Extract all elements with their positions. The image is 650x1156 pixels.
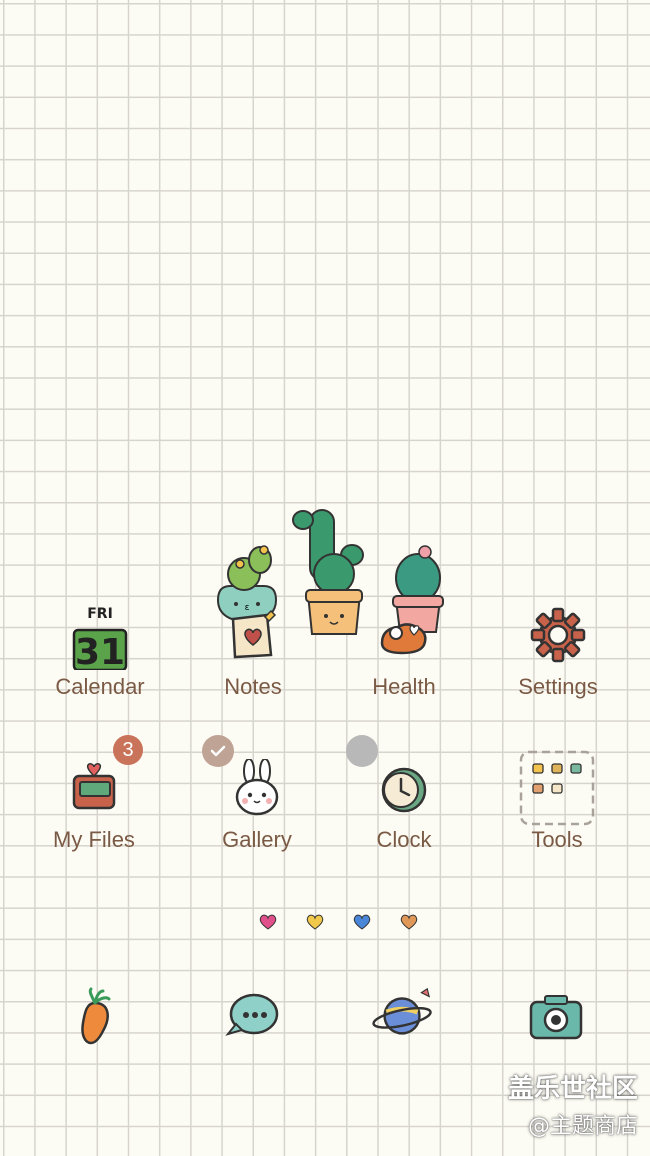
checkmark-icon bbox=[202, 735, 234, 767]
app-settings[interactable]: Settings bbox=[478, 602, 638, 700]
app-label-notes: Notes bbox=[224, 674, 282, 699]
carrot-phone-icon bbox=[81, 987, 111, 1045]
watermark-community: 盖乐世社区 bbox=[507, 1074, 638, 1104]
notes-icon bbox=[173, 602, 333, 668]
heart-pink-indicator[interactable] bbox=[259, 914, 277, 930]
page-indicator[interactable] bbox=[0, 912, 650, 932]
app-notes[interactable]: Notes bbox=[173, 602, 333, 700]
app-label-my-files: My Files bbox=[53, 827, 135, 852]
app-calendar[interactable]: FRI 31 Calendar bbox=[20, 602, 180, 700]
app-my-files[interactable]: My Files 3 bbox=[14, 735, 174, 853]
dock-camera[interactable] bbox=[524, 985, 588, 1049]
app-label-tools: Tools bbox=[531, 827, 583, 852]
chat-bubble-icon bbox=[225, 993, 279, 1036]
calendar-date: 31 bbox=[75, 632, 125, 670]
planet-browser-icon bbox=[372, 987, 432, 1035]
health-icon bbox=[324, 602, 484, 668]
app-health[interactable]: Health bbox=[324, 602, 484, 700]
watermark-store: @主题商店 bbox=[527, 1114, 638, 1139]
app-label-gallery: Gallery bbox=[222, 827, 292, 852]
gear-icon bbox=[478, 602, 638, 668]
app-label-calendar: Calendar bbox=[55, 674, 145, 699]
folder-icon bbox=[14, 755, 174, 821]
heart-orange-indicator[interactable] bbox=[400, 914, 418, 930]
app-label-settings: Settings bbox=[518, 674, 598, 699]
clock-icon bbox=[324, 755, 484, 821]
bunny-gallery-icon bbox=[177, 755, 337, 821]
app-clock[interactable]: Clock bbox=[324, 735, 484, 853]
tools-folder-icon bbox=[477, 750, 637, 826]
app-label-health: Health bbox=[372, 674, 436, 699]
app-gallery[interactable]: Gallery bbox=[177, 735, 337, 853]
heart-blue-indicator[interactable] bbox=[353, 914, 371, 930]
app-label-clock: Clock bbox=[376, 827, 432, 852]
app-tools[interactable]: Tools bbox=[477, 750, 637, 853]
grey-dot bbox=[346, 735, 378, 767]
camera-icon bbox=[529, 995, 583, 1040]
heart-yellow-indicator[interactable] bbox=[306, 914, 324, 930]
dock-messages[interactable] bbox=[220, 982, 284, 1046]
calendar-day: FRI bbox=[87, 606, 113, 622]
notification-badge: 3 bbox=[113, 735, 143, 765]
calendar-icon: FRI 31 bbox=[20, 602, 180, 670]
dock-phone-carrot[interactable] bbox=[63, 985, 127, 1049]
dock-browser[interactable] bbox=[371, 982, 435, 1046]
